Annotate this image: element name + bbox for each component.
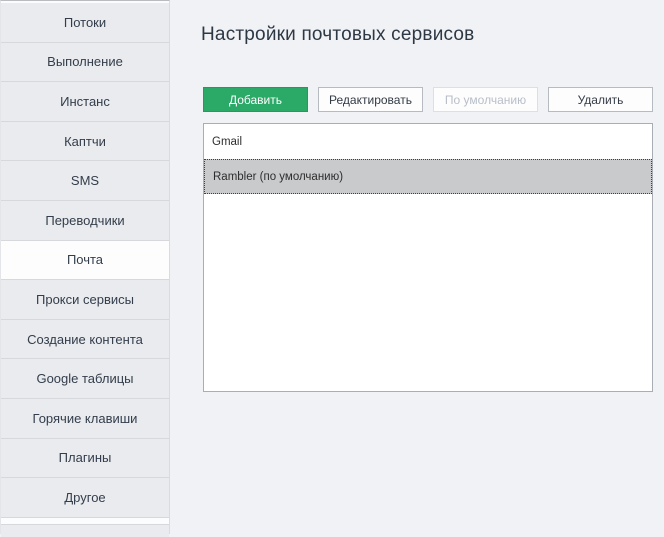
sidebar-items: Потоки Выполнение Инстанс Каптчи SMS Переводч…	[1, 3, 169, 518]
add-button[interactable]: Добавить	[203, 87, 308, 112]
settings-sidebar: Потоки Выполнение Инстанс Каптчи SMS Переводч…	[0, 0, 170, 534]
sidebar-item-label: Горячие клавиши	[33, 411, 138, 426]
set-default-button[interactable]: По умолчанию	[433, 87, 538, 112]
sidebar-item-sms[interactable]: SMS	[1, 161, 169, 201]
sidebar-item-content-creation[interactable]: Создание контента	[1, 320, 169, 360]
sidebar-item-label: Плагины	[59, 450, 112, 465]
sidebar-item-instance[interactable]: Инстанс	[1, 82, 169, 122]
sidebar-item-proxy-services[interactable]: Прокси сервисы	[1, 280, 169, 320]
sidebar-item-label: Почта	[67, 252, 103, 267]
sidebar-item-captchas[interactable]: Каптчи	[1, 122, 169, 162]
mail-service-name: Rambler (по умолчанию)	[213, 171, 343, 183]
mail-service-name: Gmail	[212, 136, 242, 148]
mail-services-list: Gmail Rambler (по умолчанию)	[203, 123, 653, 392]
sidebar-item-label: Потоки	[64, 15, 106, 30]
settings-content: Настройки почтовых сервисов Добавить Реда…	[170, 0, 664, 534]
sidebar-item-plugins[interactable]: Плагины	[1, 439, 169, 479]
sidebar-item-label: Каптчи	[64, 134, 106, 149]
delete-button[interactable]: Удалить	[548, 87, 653, 112]
sidebar-item-translators[interactable]: Переводчики	[1, 201, 169, 241]
mail-service-row[interactable]: Rambler (по умолчанию)	[204, 159, 652, 194]
sidebar-item-other[interactable]: Другое	[1, 478, 169, 518]
sidebar-item-partial[interactable]	[1, 524, 169, 537]
sidebar-item-label: Прокси сервисы	[36, 292, 134, 307]
sidebar-item-execution[interactable]: Выполнение	[1, 43, 169, 83]
sidebar-item-hotkeys[interactable]: Горячие клавиши	[1, 399, 169, 439]
sidebar-item-label: Google таблицы	[36, 371, 133, 386]
sidebar-item-label: Инстанс	[60, 94, 110, 109]
sidebar-item-label: Создание контента	[27, 332, 143, 347]
sidebar-item-mail[interactable]: Почта	[1, 241, 169, 281]
sidebar-item-google-sheets[interactable]: Google таблицы	[1, 359, 169, 399]
sidebar-item-label: Выполнение	[47, 54, 123, 69]
sidebar-item-label: SMS	[71, 173, 99, 188]
toolbar: Добавить Редактировать По умолчанию Удалить	[203, 87, 653, 112]
page-title: Настройки почтовых сервисов	[201, 24, 474, 46]
edit-button[interactable]: Редактировать	[318, 87, 423, 112]
sidebar-item-label: Переводчики	[45, 213, 124, 228]
sidebar-item-label: Другое	[64, 490, 105, 505]
mail-service-row[interactable]: Gmail	[204, 124, 652, 159]
sidebar-item-threads[interactable]: Потоки	[1, 3, 169, 43]
